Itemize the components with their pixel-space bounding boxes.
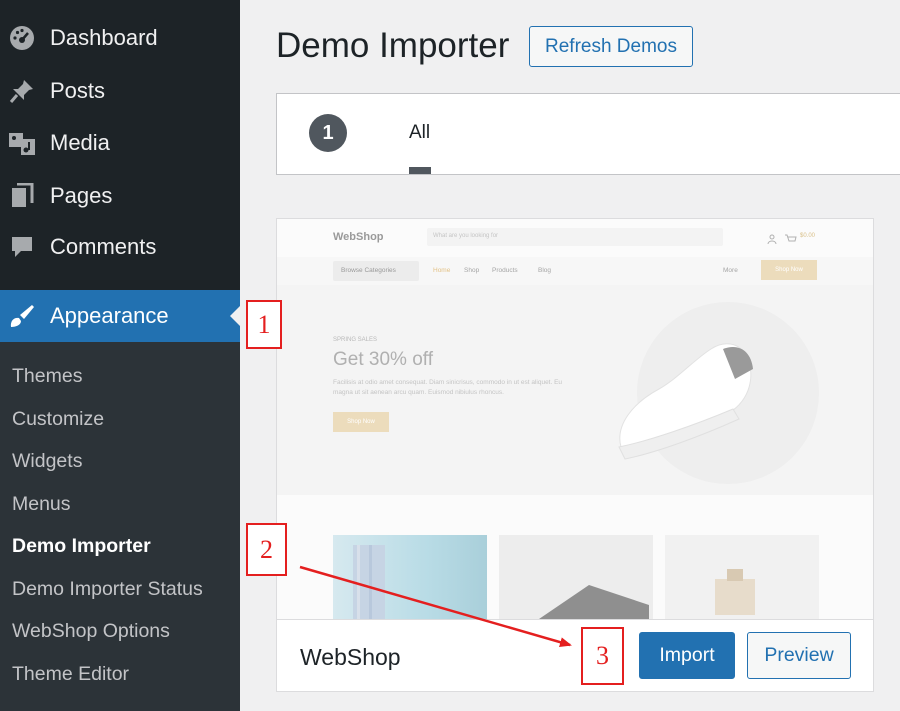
mini-shop-now-top: Shop Now	[761, 260, 817, 280]
mini-nav-home: Home	[433, 267, 451, 274]
menu-item-dashboard[interactable]: Dashboard	[0, 12, 240, 64]
menu-label-comments: Comments	[50, 234, 157, 259]
brush-icon	[7, 301, 37, 331]
menu-item-posts[interactable]: Posts	[0, 65, 240, 117]
theme-screenshot[interactable]: WebShop What are you looking for $0.00 B…	[277, 219, 873, 619]
menu-item-appearance[interactable]: Appearance	[0, 290, 240, 342]
mini-logo: WebShop	[333, 231, 384, 243]
menu-item-media[interactable]: Media	[0, 117, 240, 169]
refresh-demos-button[interactable]: Refresh Demos	[529, 26, 693, 67]
mini-product-tile-1	[333, 535, 487, 619]
submenu-item-customize[interactable]: Customize	[12, 408, 104, 431]
pages-icon	[7, 181, 37, 211]
mini-browse-categories: Browse Categories	[333, 261, 419, 281]
mini-body-text: Facilisis at odio amet consequat. Diam s…	[333, 379, 563, 396]
preview-button[interactable]: Preview	[747, 632, 851, 679]
filter-bar: 1 All	[276, 93, 900, 175]
submenu-item-demo-importer-status[interactable]: Demo Importer Status	[12, 578, 203, 601]
dashboard-icon	[7, 23, 37, 53]
demo-count-badge: 1	[309, 114, 347, 152]
admin-sidebar: Dashboard Posts Media Pages Comments App…	[0, 0, 240, 711]
menu-item-pages[interactable]: Pages	[0, 170, 240, 222]
mini-cart-icon	[785, 231, 797, 249]
mini-nav-products: Products	[492, 267, 518, 274]
mini-cart-amount: $0.00	[800, 233, 816, 239]
submenu-item-webshop-options[interactable]: WebShop Options	[12, 620, 170, 643]
mini-product-tile-3	[665, 535, 819, 619]
mini-user-icon	[767, 231, 777, 249]
menu-item-comments[interactable]: Comments	[0, 221, 240, 273]
page-title: Demo Importer	[276, 26, 510, 65]
submenu-item-theme-editor[interactable]: Theme Editor	[12, 663, 129, 686]
annotation-3: 3	[581, 627, 624, 685]
theme-name: WebShop	[300, 644, 401, 670]
menu-label-appearance: Appearance	[50, 303, 169, 328]
mini-shop-now-hero: Shop Now	[333, 412, 389, 432]
active-tab-indicator	[409, 167, 431, 174]
import-button[interactable]: Import	[639, 632, 735, 679]
pin-icon	[7, 76, 37, 106]
mini-nav-shop: Shop	[464, 267, 480, 274]
mini-headline: Get 30% off	[333, 349, 433, 370]
menu-label-dashboard: Dashboard	[50, 25, 158, 50]
annotation-2: 2	[246, 523, 287, 576]
media-icon	[7, 128, 37, 158]
menu-label-posts: Posts	[50, 78, 106, 103]
appearance-submenu: Themes Customize Widgets Menus Demo Impo…	[0, 342, 240, 711]
annotation-1: 1	[246, 300, 282, 349]
mini-sneaker-image	[599, 329, 775, 474]
mini-search: What are you looking for	[427, 228, 723, 246]
submenu-item-demo-importer[interactable]: Demo Importer	[12, 535, 151, 558]
mini-product-tile-2	[499, 535, 653, 619]
menu-label-pages: Pages	[50, 183, 113, 208]
submenu-item-themes[interactable]: Themes	[12, 365, 82, 388]
theme-card-footer: WebShop Import Preview	[277, 619, 873, 691]
submenu-item-menus[interactable]: Menus	[12, 493, 71, 516]
tab-all[interactable]: All	[409, 122, 430, 144]
submenu-item-widgets[interactable]: Widgets	[12, 450, 82, 473]
mini-nav-more: More	[723, 267, 738, 274]
mini-nav-blog: Blog	[538, 267, 552, 274]
theme-card-webshop[interactable]: WebShop What are you looking for $0.00 B…	[276, 218, 874, 692]
comments-icon	[7, 232, 37, 262]
menu-label-media: Media	[50, 130, 110, 155]
mini-sale-label: SPRING SALES	[333, 337, 378, 343]
